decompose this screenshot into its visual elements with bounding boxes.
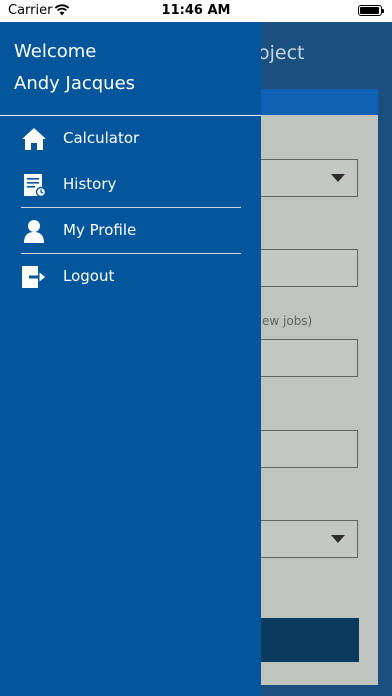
- dropdown-field[interactable]: [258, 159, 358, 197]
- input-field[interactable]: [258, 249, 358, 287]
- welcome-text: Welcome: [14, 41, 97, 62]
- menu-item-label: Calculator: [63, 129, 140, 147]
- input-field[interactable]: [258, 339, 358, 377]
- dropdown-arrow-icon: [331, 535, 345, 543]
- user-name: Andy Jacques: [14, 73, 136, 94]
- logout-icon: [21, 264, 47, 290]
- battery-icon: [358, 5, 384, 16]
- menu-item-label: My Profile: [63, 221, 137, 239]
- menu-item-label: Logout: [63, 267, 115, 285]
- home-icon: [21, 126, 47, 152]
- menu-item-history[interactable]: History: [0, 162, 261, 208]
- menu-item-logout[interactable]: Logout: [0, 254, 261, 300]
- menu-item-calculator[interactable]: Calculator: [0, 116, 261, 162]
- page-title: oject: [258, 42, 305, 64]
- input-field[interactable]: [258, 430, 358, 468]
- dropdown-field[interactable]: [258, 520, 358, 558]
- submit-button[interactable]: [258, 618, 359, 662]
- menu-item-my-profile[interactable]: My Profile: [0, 208, 261, 254]
- person-icon: [21, 218, 47, 244]
- form-panel: ew jobs): [258, 115, 378, 685]
- dropdown-arrow-icon: [331, 174, 345, 182]
- tab-bar[interactable]: [258, 89, 378, 115]
- menu-item-label: History: [63, 175, 117, 193]
- field-hint: ew jobs): [262, 314, 313, 328]
- side-drawer: Welcome Andy Jacques Calculator History: [0, 22, 261, 696]
- history-list-icon: [21, 172, 47, 198]
- clock: 11:46 AM: [161, 3, 231, 18]
- status-bar: Carrier 11:46 AM: [0, 0, 392, 22]
